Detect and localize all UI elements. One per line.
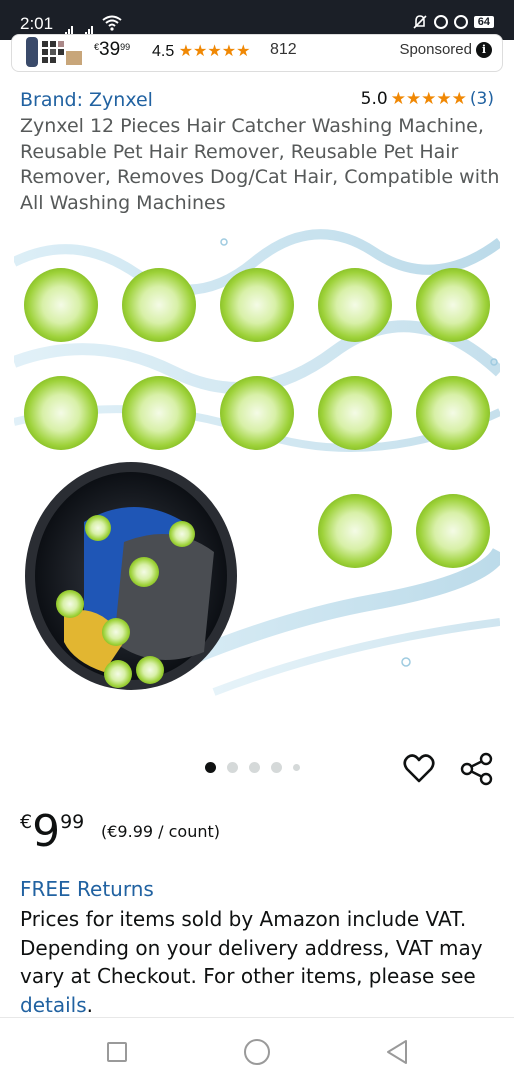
- price-whole: 9: [32, 806, 61, 857]
- sponsored-star-icons: ★★★★★: [178, 43, 251, 60]
- carousel-dot-3[interactable]: [249, 762, 260, 773]
- share-icon[interactable]: [459, 752, 495, 786]
- status-time: 2:01: [20, 14, 54, 33]
- sponsored-review-count: 812: [270, 41, 297, 58]
- sponsored-rating: 4.5 ★★★★★: [152, 43, 251, 60]
- sponsored-product-card[interactable]: €3999 4.5 ★★★★★ 812 Sponsored i: [11, 34, 503, 72]
- carousel-dot-2[interactable]: [227, 762, 238, 773]
- heart-icon[interactable]: [402, 752, 436, 786]
- free-returns-link[interactable]: FREE Returns: [20, 877, 154, 901]
- vat-notice: Prices for items sold by Amazon include …: [20, 907, 483, 1017]
- image-carousel-dots[interactable]: [205, 762, 300, 773]
- battery-icon: 64: [473, 16, 494, 28]
- price-currency: €: [20, 811, 33, 833]
- unit-price: (€9.99 / count): [101, 822, 220, 841]
- review-count-link[interactable]: (3): [470, 89, 494, 109]
- carousel-dot-1[interactable]: [205, 762, 216, 773]
- info-icon[interactable]: i: [476, 42, 492, 58]
- sponsored-label: Sponsored: [399, 41, 472, 58]
- product-image[interactable]: [14, 222, 500, 710]
- mute-bell-icon: [413, 15, 427, 29]
- product-rating[interactable]: 5.0 ★★★★★ (3): [361, 89, 494, 109]
- sponsored-product-thumbnail: [26, 37, 82, 67]
- back-icon[interactable]: [385, 1039, 409, 1065]
- carousel-dot-4[interactable]: [271, 762, 282, 773]
- product-title: Zynxel 12 Pieces Hair Catcher Washing Ma…: [20, 115, 500, 214]
- carousel-dot-5[interactable]: [293, 764, 300, 771]
- details-link[interactable]: details: [20, 993, 87, 1017]
- product-price: €999: [20, 806, 84, 858]
- alarm-icon: [453, 15, 468, 29]
- home-icon[interactable]: [244, 1039, 270, 1065]
- rating-value: 5.0: [360, 89, 388, 109]
- sponsored-price: €3999: [94, 39, 131, 60]
- price-fraction: 99: [60, 811, 85, 833]
- wifi-icon: [102, 15, 122, 31]
- star-icons: ★★★★★: [390, 89, 467, 109]
- data-saver-icon: [433, 15, 448, 29]
- brand-link[interactable]: Brand: Zynxel: [20, 89, 153, 111]
- system-nav-bar: [0, 1017, 514, 1085]
- recent-apps-icon[interactable]: [107, 1042, 127, 1062]
